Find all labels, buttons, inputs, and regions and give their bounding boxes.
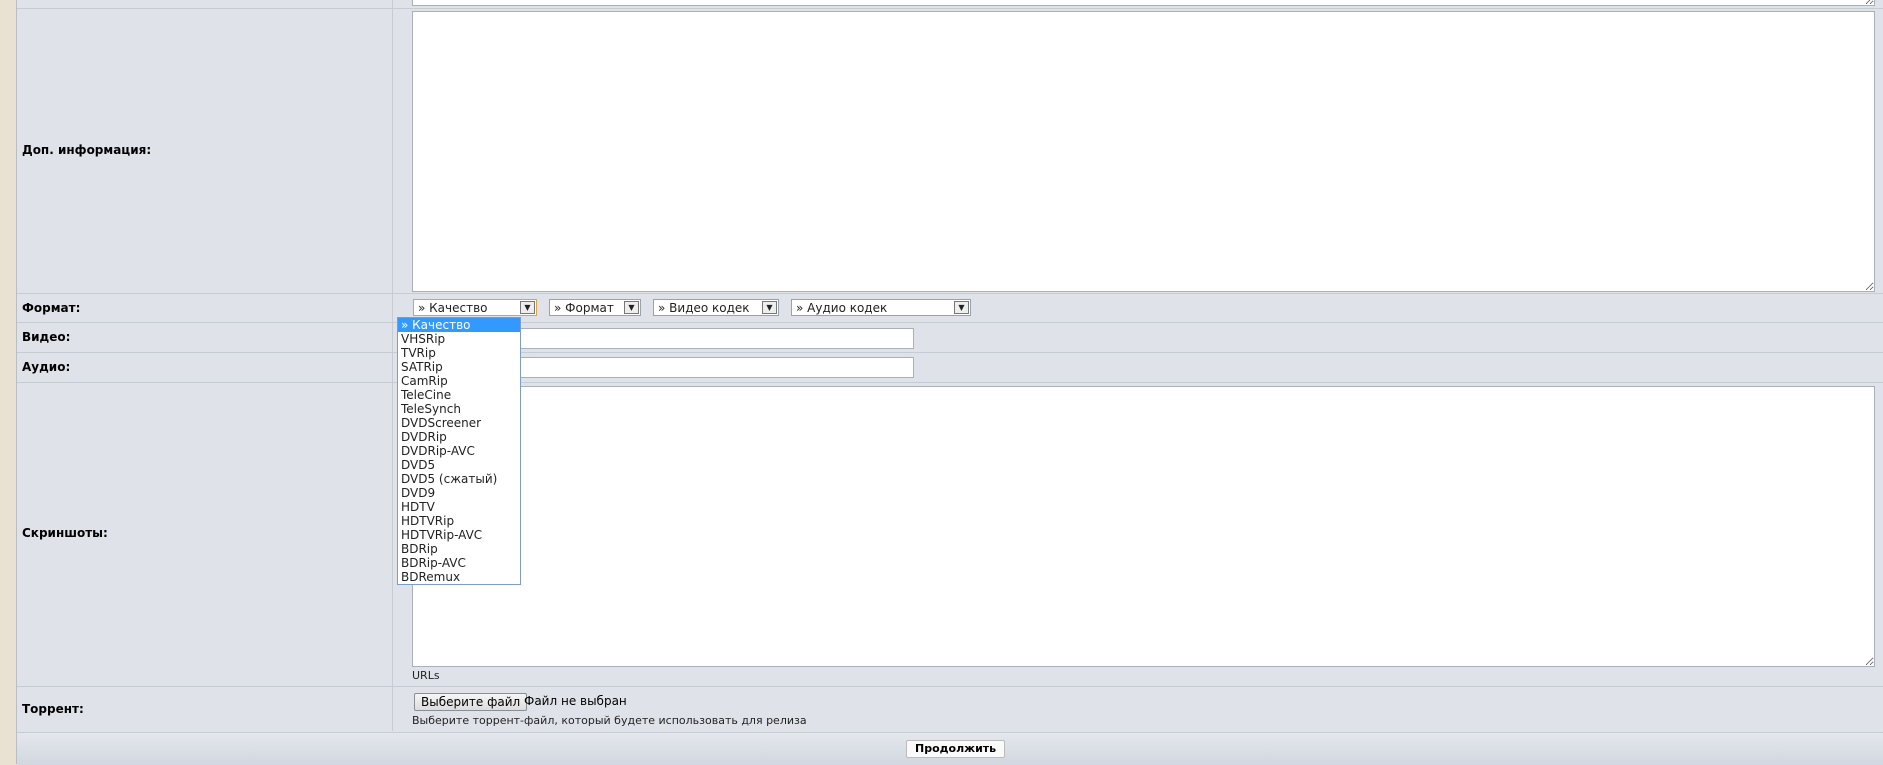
audio-codec-select[interactable]: » Аудио кодек ▼ — [791, 299, 971, 316]
quality-option[interactable]: BDRip — [398, 542, 520, 556]
info-label: Доп. информация: — [22, 143, 152, 157]
video-row: Видео: — [17, 323, 1883, 353]
info-label-cell: Доп. информация: — [17, 9, 393, 293]
video-codec-select[interactable]: » Видео кодек ▼ — [653, 299, 779, 316]
quality-option[interactable]: DVD5 (сжатый) — [398, 472, 520, 486]
audio-field-cell — [393, 353, 1883, 382]
top-row-field — [393, 0, 1883, 8]
info-row: Доп. информация: — [17, 9, 1883, 294]
video-field-cell — [393, 323, 1883, 352]
quality-option[interactable]: SATRip — [398, 360, 520, 374]
format-row: Формат: » Качество ▼ » Формат ▼ » Видео … — [17, 294, 1883, 323]
top-row-label — [17, 0, 393, 8]
format-select[interactable]: » Формат ▼ — [549, 299, 641, 316]
previous-textarea[interactable] — [412, 0, 1875, 6]
torrent-hint: Выберите торрент-файл, который будете ис… — [412, 714, 807, 727]
chevron-down-icon: ▼ — [954, 301, 969, 314]
torrent-row: Торрент: Выберите файл Файл не выбран Вы… — [17, 687, 1883, 731]
chevron-down-icon: ▼ — [762, 301, 777, 314]
quality-option[interactable]: DVDScreener — [398, 416, 520, 430]
torrent-label: Торрент: — [22, 702, 84, 716]
quality-select[interactable]: » Качество ▼ — [413, 299, 537, 316]
info-field-cell — [393, 9, 1883, 293]
audio-codec-select-value: » Аудио кодек — [796, 301, 888, 315]
format-label-cell: Формат: — [17, 294, 393, 322]
quality-option[interactable]: TeleSynch — [398, 402, 520, 416]
quality-select-value: » Качество — [418, 301, 488, 315]
video-label-cell: Видео: — [17, 323, 393, 352]
audio-row: Аудио: — [17, 353, 1883, 383]
continue-button[interactable]: Продолжить — [906, 740, 1006, 758]
top-row — [17, 0, 1883, 9]
quality-option[interactable]: DVD9 — [398, 486, 520, 500]
form-footer: Продолжить — [17, 732, 1883, 765]
quality-option[interactable]: BDRip-AVC — [398, 556, 520, 570]
torrent-field-cell: Выберите файл Файл не выбран Выберите то… — [393, 687, 1883, 731]
quality-option[interactable]: » Качество — [398, 318, 520, 332]
format-field-cell: » Качество ▼ » Формат ▼ » Видео кодек ▼ … — [393, 294, 1883, 322]
audio-label: Аудио: — [22, 360, 71, 374]
urls-hint: URLs — [412, 669, 440, 682]
torrent-label-cell: Торрент: — [17, 687, 393, 731]
screens-label-cell: Скриншоты: — [17, 383, 393, 686]
quality-option[interactable]: DVDRip — [398, 430, 520, 444]
quality-option[interactable]: HDTVRip — [398, 514, 520, 528]
video-label: Видео: — [22, 330, 71, 344]
quality-dropdown-list[interactable]: » Качество VHSRip TVRip SATRip CamRip TeleCin… — [397, 317, 521, 585]
audio-label-cell: Аудио: — [17, 353, 393, 382]
release-form: Доп. информация: Формат: » Качество ▼ » … — [16, 0, 1883, 765]
choose-file-button[interactable]: Выберите файл — [414, 693, 528, 711]
quality-option[interactable]: HDTV — [398, 500, 520, 514]
chevron-down-icon: ▼ — [624, 301, 639, 314]
quality-option[interactable]: DVD5 — [398, 458, 520, 472]
quality-option[interactable]: TVRip — [398, 346, 520, 360]
screens-label: Скриншоты: — [22, 526, 108, 540]
info-textarea[interactable] — [412, 11, 1875, 292]
quality-option[interactable]: DVDRip-AVC — [398, 444, 520, 458]
video-codec-select-value: » Видео кодек — [658, 301, 750, 315]
chevron-down-icon: ▼ — [520, 301, 535, 314]
quality-option[interactable]: CamRip — [398, 374, 520, 388]
screens-textarea[interactable] — [412, 386, 1875, 667]
format-select-value: » Формат — [554, 301, 614, 315]
file-status: Файл не выбран — [524, 694, 627, 708]
quality-option[interactable]: BDRemux — [398, 570, 520, 584]
screens-field-cell: URLs — [393, 383, 1883, 686]
quality-option[interactable]: TeleCine — [398, 388, 520, 402]
quality-option[interactable]: VHSRip — [398, 332, 520, 346]
format-label: Формат: — [22, 301, 81, 315]
screens-row: Скриншоты: URLs — [17, 383, 1883, 687]
quality-option[interactable]: HDTVRip-AVC — [398, 528, 520, 542]
